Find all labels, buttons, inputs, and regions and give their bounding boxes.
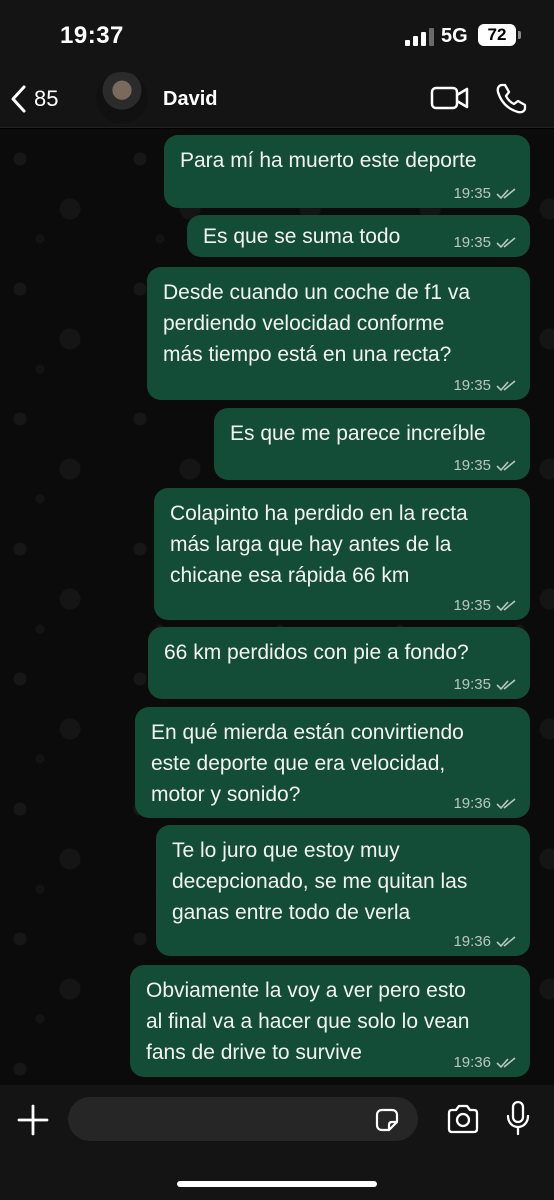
video-call-icon[interactable] xyxy=(430,84,470,112)
input-bar xyxy=(0,1085,554,1200)
status-time: 19:37 xyxy=(60,22,124,49)
double-check-icon xyxy=(496,935,516,947)
back-button[interactable]: 85 xyxy=(10,80,58,118)
message-text: Desde cuando un coche de f1 va perdiendo… xyxy=(163,281,471,366)
camera-icon[interactable] xyxy=(446,1104,480,1134)
message-time: 19:35 xyxy=(453,185,491,202)
double-check-icon xyxy=(496,1056,516,1068)
message-bubble[interactable]: Desde cuando un coche de f1 va perdiendo… xyxy=(147,267,530,400)
message-time: 19:36 xyxy=(453,1054,491,1071)
message-bubble[interactable]: Para mí ha muerto este deporte 19:35 xyxy=(164,135,530,208)
contact-name[interactable]: David xyxy=(163,88,217,111)
network-type: 5G xyxy=(441,25,468,47)
message-bubble[interactable]: 66 km perdidos con pie a fondo? 19:35 xyxy=(148,627,530,699)
message-input[interactable] xyxy=(68,1097,418,1141)
microphone-icon[interactable] xyxy=(506,1100,530,1136)
double-check-icon xyxy=(496,797,516,809)
message-bubble[interactable]: Es que se suma todo 19:35 xyxy=(187,215,530,257)
double-check-icon xyxy=(496,459,516,471)
message-time: 19:35 xyxy=(453,597,491,614)
message-text: Es que me parece increíble xyxy=(230,422,486,445)
message-time: 19:36 xyxy=(453,795,491,812)
battery-level: 72 xyxy=(478,24,516,46)
chat-header: 85 David xyxy=(0,72,554,128)
double-check-icon xyxy=(496,236,516,248)
plus-icon[interactable] xyxy=(16,1103,50,1137)
message-bubble[interactable]: Te lo juro que estoy muy decepcionado, s… xyxy=(156,825,530,956)
message-text: Para mí ha muerto este deporte xyxy=(180,149,477,172)
phone-icon[interactable] xyxy=(494,82,528,116)
avatar[interactable] xyxy=(96,72,148,124)
message-time: 19:35 xyxy=(453,457,491,474)
home-indicator xyxy=(177,1181,377,1187)
message-text: Colapinto ha perdido en la recta más lar… xyxy=(170,502,468,587)
message-time: 19:35 xyxy=(453,377,491,394)
message-time: 19:36 xyxy=(453,933,491,950)
message-bubble[interactable]: Colapinto ha perdido en la recta más lar… xyxy=(154,488,530,620)
status-bar: 19:37 5G 72 xyxy=(0,0,554,72)
double-check-icon xyxy=(496,599,516,611)
sticker-icon[interactable] xyxy=(374,1107,400,1133)
battery-cap xyxy=(518,31,521,39)
unread-count: 85 xyxy=(34,86,59,111)
double-check-icon xyxy=(496,187,516,199)
message-time: 19:35 xyxy=(453,234,491,251)
double-check-icon xyxy=(496,678,516,690)
message-bubble[interactable]: En qué mierda están convirtiendo este de… xyxy=(135,707,530,818)
back-chevron-icon xyxy=(11,85,26,113)
double-check-icon xyxy=(496,379,516,391)
message-text: 66 km perdidos con pie a fondo? xyxy=(164,641,469,664)
chat-area[interactable]: Para mí ha muerto este deporte 19:35 Es … xyxy=(0,129,554,1085)
message-bubble[interactable]: Obviamente la voy a ver pero esto al fin… xyxy=(130,965,530,1077)
signal-icon xyxy=(405,28,435,46)
message-bubble[interactable]: Es que me parece increíble 19:35 xyxy=(214,408,530,480)
message-time: 19:35 xyxy=(453,676,491,693)
message-text: Te lo juro que estoy muy decepcionado, s… xyxy=(172,839,468,924)
